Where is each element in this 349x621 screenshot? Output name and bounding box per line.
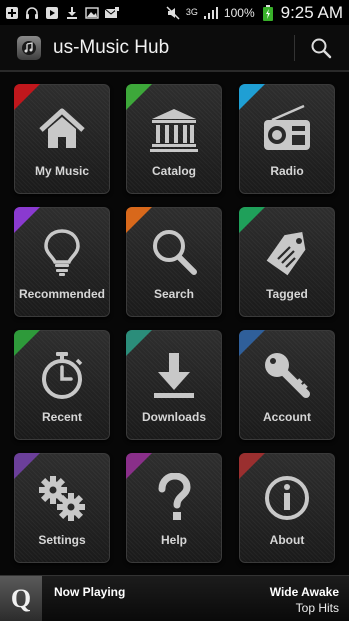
- signal-icon: [203, 5, 219, 21]
- question-icon: [158, 473, 191, 520]
- key-icon: [265, 353, 310, 398]
- stopwatch-icon: [42, 352, 83, 399]
- logo-letter: Q: [10, 583, 32, 613]
- tile-about[interactable]: About: [239, 453, 335, 563]
- tile-my-music[interactable]: My Music: [14, 84, 110, 194]
- tile-label: My Music: [34, 164, 89, 178]
- tile-radio[interactable]: Radio: [239, 84, 335, 194]
- status-bar: 3G 100% 9:25 AM: [0, 0, 349, 25]
- radio-icon: [264, 104, 310, 150]
- library-icon: [150, 109, 198, 152]
- download-icon: [64, 5, 80, 21]
- tile-recommended[interactable]: Recommended: [14, 207, 110, 317]
- menu-grid: My Music Catalog Radio Recommended Searc…: [0, 70, 349, 575]
- app-logo-icon[interactable]: [17, 35, 41, 60]
- tile-label: Catalog: [151, 164, 196, 178]
- tag-icon: [266, 232, 306, 276]
- tile-label: Downloads: [141, 410, 206, 424]
- headphones-icon: [24, 5, 40, 21]
- app-title: us-Music Hub: [53, 36, 170, 58]
- tile-search[interactable]: Search: [126, 207, 222, 317]
- tile-label: Help: [160, 533, 187, 547]
- song-artist: Top Hits: [295, 601, 339, 615]
- app-bar-divider: [294, 35, 295, 61]
- song-title: Wide Awake: [269, 585, 339, 599]
- lightbulb-icon: [44, 229, 80, 276]
- battery-percent: 100%: [223, 5, 255, 20]
- now-playing-label: Now Playing: [54, 585, 126, 599]
- tile-label: Account: [263, 410, 311, 424]
- tile-downloads[interactable]: Downloads: [126, 330, 222, 440]
- search-button[interactable]: [303, 33, 339, 63]
- info-icon: [265, 476, 309, 520]
- download-icon: [154, 353, 194, 398]
- tile-account[interactable]: Account: [239, 330, 335, 440]
- tile-settings[interactable]: Settings: [14, 453, 110, 563]
- email-icon: [104, 5, 120, 21]
- add-icon: [4, 5, 20, 21]
- tile-label: Recommended: [18, 287, 106, 301]
- search-icon: [153, 230, 197, 275]
- gears-icon: [39, 476, 85, 521]
- now-playing-bar[interactable]: Q Now Playing Wide Awake Top Hits: [0, 575, 349, 621]
- tile-label: Radio: [270, 164, 304, 178]
- network-type: 3G: [185, 7, 198, 17]
- tile-help[interactable]: Help: [126, 453, 222, 563]
- clock: 9:25 AM: [280, 2, 343, 22]
- notification-icons: [0, 5, 120, 21]
- tile-label: Recent: [41, 410, 82, 424]
- tile-label: Settings: [38, 533, 86, 547]
- search-icon: [311, 38, 332, 59]
- tile-label: Search: [153, 287, 195, 301]
- tile-catalog[interactable]: Catalog: [126, 84, 222, 194]
- tile-tagged[interactable]: Tagged: [239, 207, 335, 317]
- battery-icon: [260, 4, 276, 21]
- image-icon: [84, 5, 100, 21]
- home-icon: [39, 108, 85, 148]
- app-bar: us-Music Hub: [0, 25, 349, 72]
- now-playing-logo[interactable]: Q: [0, 576, 42, 621]
- play-icon: [44, 5, 60, 21]
- tile-label: Tagged: [266, 287, 308, 301]
- mute-icon: [165, 5, 181, 21]
- tile-recent[interactable]: Recent: [14, 330, 110, 440]
- tile-label: About: [269, 533, 305, 547]
